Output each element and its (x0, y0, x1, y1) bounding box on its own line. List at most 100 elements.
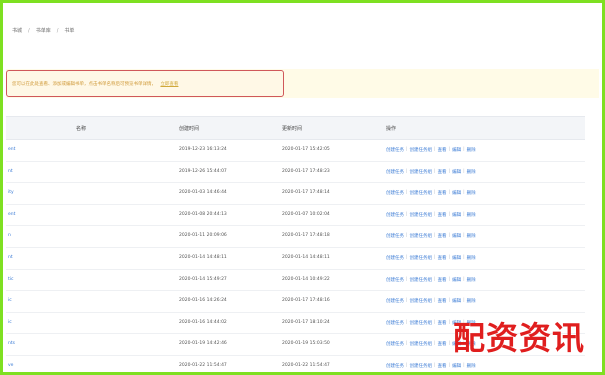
booklist-name-link[interactable]: tic (8, 277, 14, 282)
action-link[interactable]: 查看 (438, 255, 447, 261)
row-actions: 创建任务 | 创建任务组 | 查看 | 编辑 | 删除 (386, 190, 476, 196)
action-link[interactable]: 创建任务组 (410, 298, 433, 304)
action-link[interactable]: 删除 (467, 147, 476, 153)
action-link[interactable]: 创建任务 (386, 363, 404, 369)
screenshot-frame: 书城 / 书单库 / 书单 您可以在此处查看、添加或编辑书单，点击书单名称后可预… (0, 0, 605, 375)
action-link[interactable]: 创建任务组 (410, 147, 433, 153)
action-link[interactable]: 创建任务 (386, 320, 404, 326)
booklist-name-link[interactable]: ve (8, 363, 13, 368)
action-link[interactable]: 编辑 (452, 147, 461, 153)
action-link[interactable]: 创建任务 (386, 233, 404, 239)
column-header-updated[interactable]: 更新时间 (282, 125, 302, 132)
action-link[interactable]: 创建任务组 (410, 190, 433, 196)
action-separator: | (448, 254, 451, 260)
action-link[interactable]: 查看 (438, 212, 447, 218)
updated-time: 2020-01-14 10:49:22 (282, 276, 330, 282)
action-link[interactable]: 创建任务组 (410, 277, 433, 283)
column-header-name[interactable]: 名称 (76, 125, 86, 132)
page: 书城 / 书单库 / 书单 您可以在此处查看、添加或编辑书单，点击书单名称后可预… (6, 6, 599, 369)
booklist-name-link[interactable]: nt (8, 169, 13, 174)
booklist-name-link[interactable]: n (8, 233, 11, 238)
action-link[interactable]: 查看 (438, 320, 447, 326)
action-separator: | (463, 147, 465, 152)
table-row: n 2020-01-11 20:09:06 2020-01-17 17:48:18 创… (6, 226, 585, 248)
action-link[interactable]: 删除 (467, 363, 476, 369)
booklist-name-link[interactable]: nt (8, 255, 13, 260)
action-separator: | (434, 341, 436, 347)
booklist-name-link[interactable]: nts (8, 341, 15, 346)
booklist-name-link[interactable]: ic (8, 320, 12, 325)
action-link[interactable]: 编辑 (452, 190, 461, 196)
row-actions: 创建任务 | 创建任务组 | 查看 | 编辑 | 删除 (386, 277, 476, 283)
action-link[interactable]: 创建任务 (386, 147, 404, 153)
action-link[interactable]: 查看 (438, 363, 447, 369)
action-link[interactable]: 创建任务组 (410, 255, 433, 261)
action-link[interactable]: 删除 (467, 255, 476, 261)
action-separator: | (406, 233, 408, 239)
action-link[interactable]: 查看 (438, 190, 447, 196)
action-separator: | (463, 298, 465, 304)
action-link[interactable]: 创建任务 (386, 341, 404, 347)
action-link[interactable]: 创建任务组 (410, 363, 433, 369)
action-link[interactable]: 创建任务 (386, 277, 404, 283)
action-link[interactable]: 删除 (467, 277, 476, 283)
breadcrumb-item-2[interactable]: 书单库 (36, 27, 51, 34)
booklist-name-link[interactable]: ent (8, 147, 15, 152)
action-link[interactable]: 创建任务组 (410, 169, 433, 175)
booklist-name-link[interactable]: ity (8, 190, 14, 195)
row-actions: 创建任务 | 创建任务组 | 查看 | 编辑 | 删除 (386, 212, 476, 218)
created-time: 2019-12-26 15:44:07 (179, 168, 227, 174)
action-link[interactable]: 删除 (467, 233, 476, 239)
action-link[interactable]: 创建任务 (386, 169, 404, 175)
action-separator: | (406, 319, 408, 325)
breadcrumb-item-1[interactable]: 书城 (12, 27, 22, 34)
notice-link[interactable]: 立即查看 (160, 82, 178, 87)
action-separator: | (463, 276, 465, 282)
action-separator: | (448, 276, 451, 282)
action-link[interactable]: 查看 (438, 147, 447, 153)
action-link[interactable]: 编辑 (452, 233, 461, 239)
updated-time: 2020-01-17 17:48:23 (282, 168, 330, 174)
updated-time: 2020-01-17 17:48:18 (282, 233, 330, 239)
created-time: 2020-01-16 14:26:24 (179, 298, 227, 304)
created-time: 2020-01-14 15:49:27 (179, 276, 227, 282)
action-link[interactable]: 查看 (438, 277, 447, 283)
booklist-name-link[interactable]: ent (8, 212, 15, 217)
action-link[interactable]: 编辑 (452, 169, 461, 175)
action-link[interactable]: 编辑 (452, 255, 461, 261)
action-link[interactable]: 查看 (438, 341, 447, 347)
action-link[interactable]: 编辑 (452, 298, 461, 304)
action-separator: | (434, 233, 436, 239)
breadcrumb-separator: / (56, 27, 59, 34)
action-link[interactable]: 创建任务组 (410, 212, 433, 218)
action-separator: | (406, 298, 408, 304)
action-link[interactable]: 创建任务 (386, 190, 404, 196)
action-separator: | (434, 362, 436, 368)
action-link[interactable]: 删除 (467, 298, 476, 304)
action-link[interactable]: 创建任务组 (410, 341, 433, 347)
action-link[interactable]: 查看 (438, 298, 447, 304)
action-link[interactable]: 编辑 (452, 363, 461, 369)
action-link[interactable]: 删除 (467, 190, 476, 196)
action-link[interactable]: 创建任务组 (410, 233, 433, 239)
updated-time: 2020-01-22 11:54:47 (282, 362, 330, 368)
breadcrumb-item-3: 书单 (64, 28, 75, 34)
booklist-name-link[interactable]: ic (8, 298, 12, 303)
action-link[interactable]: 编辑 (452, 277, 461, 283)
action-link[interactable]: 删除 (467, 212, 476, 218)
action-link[interactable]: 创建任务 (386, 212, 404, 218)
row-actions: 创建任务 | 创建任务组 | 查看 | 编辑 | 删除 (386, 363, 476, 369)
action-link[interactable]: 创建任务 (386, 298, 404, 304)
action-link[interactable]: 编辑 (452, 212, 461, 218)
action-link[interactable]: 删除 (467, 169, 476, 175)
action-link[interactable]: 查看 (438, 233, 447, 239)
created-time: 2020-01-16 14:44:02 (179, 319, 227, 325)
action-separator: | (434, 147, 436, 152)
updated-time: 2020-01-17 17:48:16 (282, 298, 330, 304)
created-time: 2020-01-14 14:48:11 (179, 254, 227, 260)
created-time: 2020-01-11 20:09:06 (179, 233, 227, 239)
action-link[interactable]: 查看 (438, 169, 447, 175)
action-link[interactable]: 创建任务组 (410, 320, 433, 326)
action-link[interactable]: 创建任务 (386, 255, 404, 261)
column-header-created[interactable]: 创建时间 (179, 125, 199, 132)
